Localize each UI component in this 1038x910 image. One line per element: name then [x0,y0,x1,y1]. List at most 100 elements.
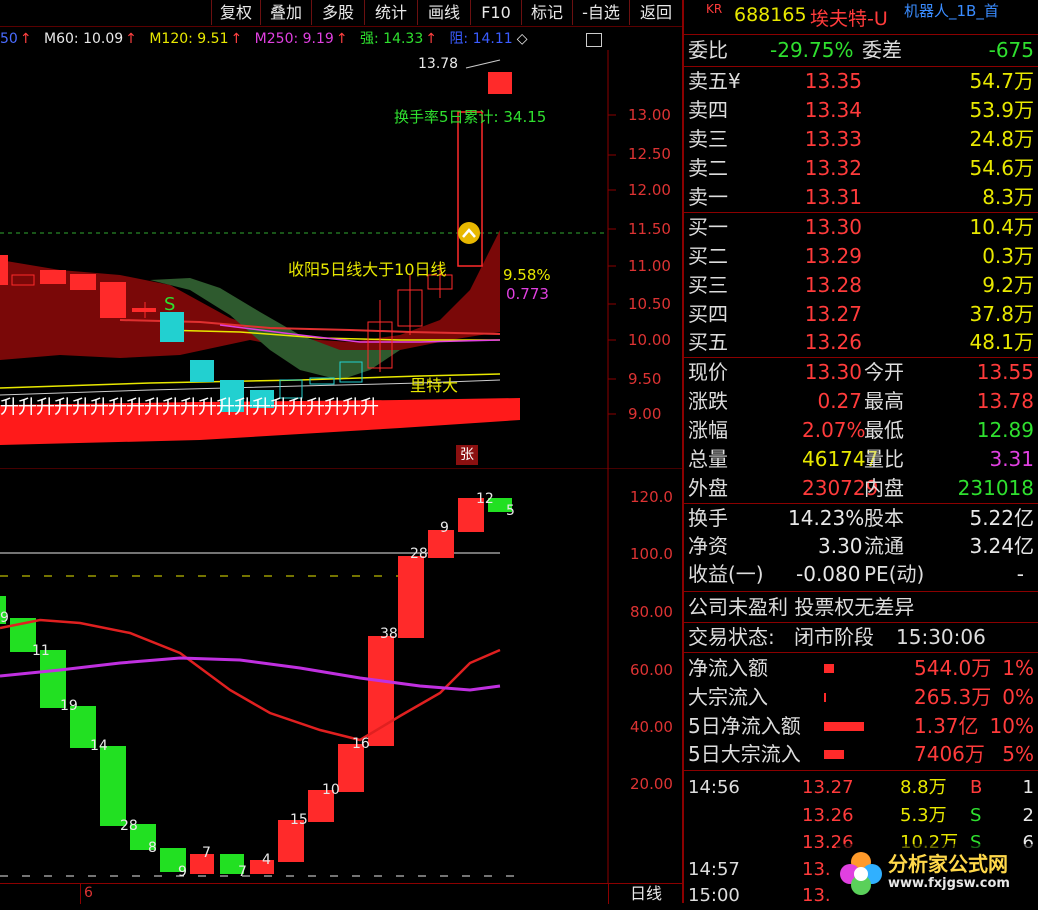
fund-label: 换手 [688,506,728,530]
price-axis-label: 12.50 [628,145,671,163]
tick-price: 13. [802,885,831,906]
toolbar-multistock-button[interactable]: 多股 [311,0,364,25]
ask-label: 卖三 [688,127,728,151]
ask-volume: 8.3万 [982,185,1034,209]
toolbar-draw-button[interactable]: 画线 [417,0,470,25]
ask-volume: 53.9万 [969,98,1034,122]
volume-bar-label: 9 [0,610,9,626]
toolbar-stats-button[interactable]: 统计 [364,0,417,25]
ask-volume: 54.7万 [969,69,1034,93]
indicator-axis-label: 120.0 [630,488,673,506]
ask-price: 13.33 [804,127,862,151]
high-price-label: 13.78 [418,56,459,72]
toolbar-watchlist-button[interactable]: -自选 [572,0,629,25]
fund-label: PE(动) [864,562,925,586]
bid-volume: 9.2万 [982,273,1034,297]
toolbar-overlay-button[interactable]: 叠加 [260,0,311,25]
bid-price: 13.27 [804,302,862,326]
toolbar-fuquan-button[interactable]: 复权 [211,0,260,25]
bid-price: 13.30 [804,215,862,239]
chart-toolbar: 复权 叠加 多股 统计 画线 F10 标记 -自选 返回 [0,0,682,27]
indicator-axis-label: 20.00 [630,775,673,793]
flow-label: 5日净流入额 [688,714,801,738]
quote-value: 2.07% [802,418,866,442]
flow-percent: 5% [1002,742,1034,766]
currency-mark: ¥ [728,69,741,93]
toolbar-mark-button[interactable]: 标记 [521,0,572,25]
quote-panel: KR 688165 埃夫特-U 机器人_1B_首 委比 -29.75% 委差 -… [682,0,1038,906]
fund-value: - [1016,562,1024,586]
quote-label: 现价 [688,360,728,384]
sell-signal-mark: S [164,294,176,315]
watermark-url: www.fxjgsw.com [888,876,1010,891]
bid-label: 买四 [688,302,728,326]
wecha-value: -675 [988,38,1034,62]
bid-volume: 10.4万 [969,215,1034,239]
ma60-value: M60: 10.09 [44,31,124,47]
ask-label: 卖五 [688,69,728,93]
percent-note: 9.58% [503,266,551,284]
toolbar-f10-button[interactable]: F10 [470,0,521,25]
quote-value: 13.78 [976,389,1034,413]
bid-price: 13.26 [804,330,862,354]
volume-bar-label: 15 [290,812,308,828]
company-note: 公司未盈利 投票权无差异 [688,595,915,619]
tick-row: 14:56 13.27 8.8万 B 1 [684,773,1038,802]
strong-value: 强: 14.33 [360,31,424,47]
quote-value: 3.31 [989,447,1034,471]
indicator-subchart [0,468,682,883]
quote-label: 量比 [864,447,904,471]
ask-row: 卖四 13.34 53.9万 [684,96,1038,125]
price-axis-label: 9.50 [628,370,662,388]
bid-price: 13.29 [804,244,862,268]
fundamental-row: 换手 14.23% 股本 5.22亿 [684,504,1038,533]
tick-volume: 5.3万 [900,805,947,826]
fund-label: 流通 [864,534,904,558]
ma-partial-value: 50 [0,31,18,47]
time-axis-mark: 6 [84,885,93,901]
price-axis-label: 13.00 [628,106,671,124]
status-value: 闭市阶段 [794,625,874,649]
quote-row: 总量 461747 量比 3.31 [684,445,1038,474]
ask-label: 卖四 [688,98,728,122]
chart-options-icon[interactable] [586,33,602,47]
quote-label: 今开 [864,360,904,384]
tick-side: S [970,805,982,826]
quote-label: 外盘 [688,476,728,500]
bid-label: 买一 [688,215,728,239]
flow-value: 544.0万 [914,656,992,680]
volume-bar-label: 8 [148,840,157,856]
tick-time: 15:00 [688,885,740,906]
volume-bar-label: 16 [352,736,370,752]
bid-row: 买三 13.28 9.2万 [684,271,1038,300]
price-axis-label: 12.00 [628,181,671,199]
volume-bar-label: 9 [178,864,187,880]
quote-value: 231018 [957,476,1034,500]
ask-label: 卖一 [688,185,728,209]
quote-row: 涨跌 0.27 最高 13.78 [684,387,1038,416]
quote-label: 最高 [864,389,904,413]
ask-price: 13.35 [804,69,862,93]
period-selector[interactable]: 日线 [608,884,683,904]
ask-row: 卖三 13.33 24.8万 [684,125,1038,154]
tick-side: B [970,777,983,798]
flow-value: 265.3万 [914,685,992,709]
fund-value: -0.080 [796,562,861,586]
ma120-value: M120: 9.51 [149,31,229,47]
tick-price: 13. [802,859,831,880]
wecha-label: 委差 [862,38,902,62]
toolbar-back-button[interactable]: 返回 [629,0,682,25]
fund-value: 14.23% [788,506,865,530]
bid-row: 买四 13.27 37.8万 [684,300,1038,329]
sector-tag[interactable]: 机器人_1B_首 [904,0,999,21]
flow-label: 净流入额 [688,656,768,680]
webi-row: 委比 -29.75% 委差 -675 [684,36,1038,65]
tick-count: 2 [1022,805,1034,826]
stock-code: 688165 [734,4,807,26]
flow-bar [824,750,844,759]
trade-status-row: 交易状态: 闭市阶段 15:30:06 [684,623,1038,652]
flow-label: 5日大宗流入 [688,742,801,766]
tick-volume: 8.8万 [900,777,947,798]
bid-price: 13.28 [804,273,862,297]
fund-value: 3.24亿 [969,534,1034,558]
